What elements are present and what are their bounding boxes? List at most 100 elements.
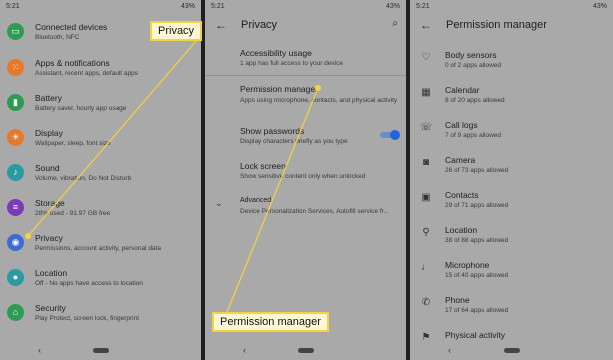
status-battery: 43% [592,3,607,10]
search-icon[interactable]: ⌕ [392,18,398,29]
page-title: Privacy [241,19,278,31]
sound-icon: ♪ [7,164,24,181]
status-battery: 43% [180,3,195,10]
status-bar: 5:21 43% [0,0,201,14]
location-icon: ⚲ [422,227,430,238]
permission-item-body-sensors[interactable]: ♡ Body sensors 0 of 2 apps allowed [410,42,613,76]
settings-item-privacy[interactable]: ◉ Privacy Permissions, account activity,… [0,225,201,259]
privacy-pointer-dot [25,233,31,239]
app-bar: ← Permission manager [410,14,613,38]
settings-panel: 5:21 43% ▭ Connected devices Bluetooth, … [0,0,201,360]
item-subtitle: Display characters briefly as you type [240,138,348,145]
back-nav-icon[interactable]: ‹ [448,345,451,355]
back-arrow-icon[interactable]: ← [215,18,227,32]
item-title: Body sensors [445,50,497,60]
privacy-icon: ◉ [7,234,24,251]
display-icon: ☀ [7,129,24,146]
item-title: Calendar [445,85,480,95]
privacy-callout: Privacy [150,21,203,41]
nav-bar: ‹ [410,342,613,360]
item-title: Contacts [445,190,479,200]
settings-item-subtitle: Play Protect, screen lock, fingerprint [35,315,140,322]
microphone-icon: ♩ [421,262,431,273]
permission-item-calendar[interactable]: ▦ Calendar 8 of 20 apps allowed [410,77,613,111]
settings-item-title: Apps & notifications [35,58,110,68]
item-subtitle: 15 of 40 apps allowed [445,272,509,279]
settings-item-subtitle: Off - No apps have access to location [35,280,143,287]
settings-item-subtitle: Assistant, recent apps, default apps [35,70,138,77]
privacy-item-lock-screen[interactable]: Lock screen Show sensitive content only … [205,153,406,187]
item-subtitle: Apps using microphone, contacts, and phy… [240,97,398,104]
settings-item-subtitle: Wallpaper, sleep, font size [35,140,111,147]
phone-icon: ✆ [421,297,431,308]
camera-icon: ◙ [422,157,430,168]
permission-item-call-logs[interactable]: ☏ Call logs 7 of 9 apps allowed [410,112,613,146]
permission-item-camera[interactable]: ◙ Camera 26 of 73 apps allowed [410,147,613,181]
settings-item-subtitle: Permissions, account activity, personal … [35,245,161,252]
item-title: Physical activity [445,330,505,340]
toggle-thumb [390,130,400,140]
show-passwords-toggle[interactable] [380,130,400,140]
item-subtitle: Show sensitive content only when unlocke… [240,173,366,180]
settings-item-subtitle: Volume, vibration, Do Not Disturb [35,175,132,182]
settings-item-title: Battery [35,93,62,103]
settings-item-security[interactable]: ⌂ Security Play Protect, screen lock, fi… [0,295,201,329]
permission-item-contacts[interactable]: ▣ Contacts 29 of 71 apps allowed [410,182,613,216]
status-time: 5:21 [416,3,430,10]
settings-item-subtitle: 28% used - 91.97 GB free [35,210,111,217]
nav-bar: ‹ [205,342,406,360]
settings-item-storage[interactable]: ≡ Storage 28% used - 91.97 GB free [0,190,201,224]
privacy-item-permission-manager[interactable]: Permission manager Apps using microphone… [205,76,406,116]
item-subtitle: 38 of 88 apps allowed [445,237,509,244]
privacy-panel: 5:21 43% ← Privacy ⌕ Accessibility usage… [205,0,406,360]
settings-item-title: Privacy [35,233,63,243]
permission-pointer-dot [315,85,321,91]
item-subtitle: 17 of 64 apps allowed [445,307,509,314]
item-subtitle: 7 of 9 apps allowed [445,132,502,139]
back-nav-icon[interactable]: ‹ [38,345,41,355]
settings-item-title: Storage [35,198,65,208]
link-icon: ▭ [7,23,24,40]
settings-item-title: Sound [35,163,60,173]
privacy-item-show-passwords[interactable]: Show passwords Display characters briefl… [205,118,406,152]
permission-item-location[interactable]: ⚲ Location 38 of 88 apps allowed [410,217,613,251]
permission-item-phone[interactable]: ✆ Phone 17 of 64 apps allowed [410,287,613,321]
settings-item-sound[interactable]: ♪ Sound Volume, vibration, Do Not Distur… [0,155,201,189]
item-subtitle: 26 of 73 apps allowed [445,167,509,174]
security-icon: ⌂ [7,304,24,321]
item-title: Lock screen [240,161,286,171]
heart-icon: ♡ [421,52,431,63]
chevron-down-icon: ⌄ [215,198,223,208]
permission-item-microphone[interactable]: ♩ Microphone 15 of 40 apps allowed [410,252,613,286]
status-time: 5:21 [6,3,20,10]
settings-item-title: Security [35,303,66,313]
calendar-icon: ▦ [421,87,431,98]
settings-item-display[interactable]: ☀ Display Wallpaper, sleep, font size [0,120,201,154]
item-subtitle: Device Personalization Services, Autofil… [240,208,389,215]
home-pill[interactable] [297,348,314,353]
item-title: Microphone [445,260,490,270]
settings-item-title: Location [35,268,68,278]
settings-item-apps[interactable]: ⁙ Apps & notifications Assistant, recent… [0,50,201,84]
home-pill[interactable] [92,348,109,353]
back-nav-icon[interactable]: ‹ [243,345,246,355]
back-arrow-icon[interactable]: ← [420,18,432,32]
item-title: Phone [445,295,470,305]
home-pill[interactable] [503,348,520,353]
item-title: Call logs [445,120,478,130]
privacy-item-advanced[interactable]: ⌄ Advanced Device Personalization Servic… [205,188,406,222]
nav-bar: ‹ [0,342,201,360]
status-battery: 43% [385,3,400,10]
location-icon: ● [7,269,24,286]
privacy-item-accessibility[interactable]: Accessibility usage 1 app has full acces… [205,40,406,74]
settings-item-title: Display [35,128,63,138]
item-subtitle: 8 of 20 apps allowed [445,97,505,104]
item-subtitle: 1 app has full access to your device [240,60,343,67]
contacts-icon: ▣ [421,192,431,203]
settings-item-battery[interactable]: ▮ Battery Battery saver, hourly app usag… [0,85,201,119]
item-title: Show passwords [240,126,305,136]
settings-item-subtitle: Bluetooth, NFC [35,34,80,41]
settings-item-location[interactable]: ● Location Off - No apps have access to … [0,260,201,294]
item-subtitle: 29 of 71 apps allowed [445,202,509,209]
item-subtitle: 0 of 2 apps allowed [445,62,502,69]
